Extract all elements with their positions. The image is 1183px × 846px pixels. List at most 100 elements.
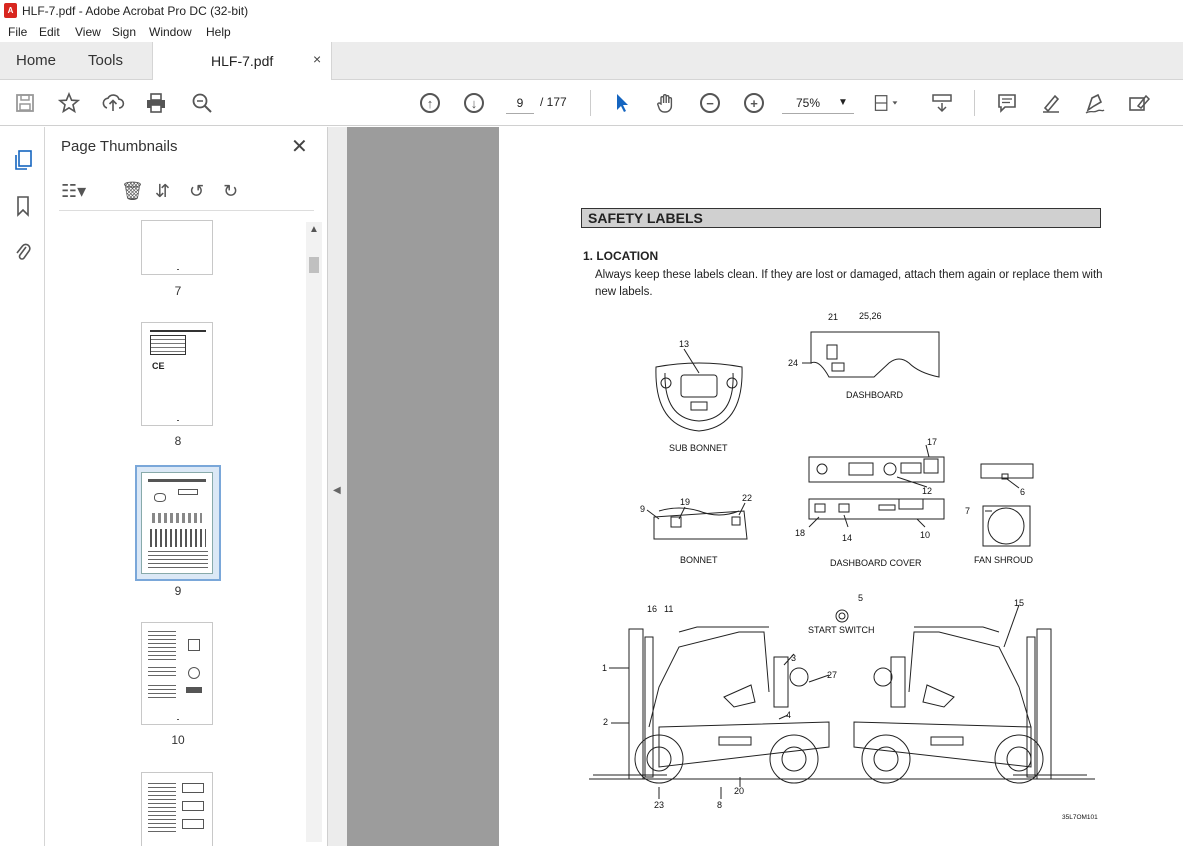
callout-number: 6 — [1020, 487, 1026, 497]
tab-tools[interactable]: Tools — [88, 42, 123, 80]
page-number-input[interactable]: 9 — [506, 92, 534, 114]
zoom-level-select[interactable]: 75% ▼ — [782, 92, 854, 114]
callout-number: 24 — [788, 358, 799, 368]
comment-icon[interactable] — [994, 90, 1020, 116]
thumbnail-label: 9 — [174, 584, 182, 598]
thumbnail-page[interactable]: CE — [141, 322, 213, 426]
hand-tool-icon[interactable] — [653, 90, 679, 116]
edit-pdf-icon[interactable] — [1126, 90, 1152, 116]
caption-bonnet: BONNET — [680, 555, 718, 565]
callout-number: 13 — [679, 339, 690, 349]
save-icon[interactable] — [12, 90, 38, 116]
toolbar-divider — [590, 90, 591, 116]
insert-page-icon[interactable]: ⇵ — [155, 181, 170, 202]
attachments-icon[interactable] — [12, 241, 34, 263]
zoom-search-icon[interactable] — [189, 90, 215, 116]
callout-number: 1 — [602, 663, 608, 673]
document-viewer[interactable]: SAFETY LABELS 1. LOCATION Always keep th… — [347, 127, 1183, 846]
caption-dashboard: DASHBOARD — [846, 390, 904, 400]
callout-number: 23 — [654, 800, 665, 810]
caption-fan-shroud: FAN SHROUD — [974, 555, 1034, 565]
thumbnail-page[interactable] — [141, 472, 213, 574]
callout-number: 7 — [965, 506, 971, 516]
rotate-right-icon[interactable]: ↻ — [223, 181, 238, 202]
caption-sub-bonnet: SUB BONNET — [669, 443, 728, 453]
panel-toolbar: ☷▾ 🗑 ⇵ ↺ ↻ — [59, 177, 314, 211]
select-cursor-icon[interactable] — [609, 90, 635, 116]
thumbnail-options-icon[interactable]: ☷▾ — [61, 181, 86, 202]
toolbar: ↑ ↓ 9 / 177 − + 75% ▼ — [0, 80, 1183, 126]
callout-number: 25,26 — [859, 311, 882, 321]
share-upload-icon[interactable] — [100, 90, 126, 116]
callout-number: 27 — [827, 670, 838, 680]
callout-number: 11 — [664, 604, 674, 614]
close-tab-icon[interactable]: × — [313, 51, 321, 67]
pdf-app-icon: A — [4, 3, 17, 18]
callout-number: 20 — [734, 786, 745, 796]
left-rail — [0, 127, 45, 846]
bookmarks-icon[interactable] — [12, 195, 34, 217]
callout-number: 5 — [858, 593, 864, 603]
rotate-left-icon[interactable]: ↺ — [189, 181, 204, 202]
page-total: / 177 — [540, 95, 567, 109]
zoom-out-icon[interactable]: − — [697, 90, 723, 116]
callout-number: 3 — [791, 653, 797, 663]
panel-scrollbar[interactable]: ▲ — [306, 222, 322, 842]
title-bar: A HLF-7.pdf - Adobe Acrobat Pro DC (32-b… — [0, 0, 1183, 22]
scroll-mode-icon[interactable] — [929, 90, 955, 116]
callout-number: 16 — [647, 604, 658, 614]
next-page-icon[interactable]: ↓ — [461, 90, 487, 116]
caption-start-switch: START SWITCH — [808, 625, 875, 635]
print-icon[interactable] — [143, 90, 169, 116]
callout-number: 8 — [717, 800, 723, 810]
caption-dashboard-cover: DASHBOARD COVER — [830, 558, 922, 568]
callout-number: 2 — [603, 717, 609, 727]
page-fit-icon[interactable] — [873, 90, 899, 116]
tab-strip: Home Tools HLF-7.pdf × — [0, 42, 1183, 81]
menu-file[interactable]: File — [8, 25, 27, 39]
menu-bar: File Edit View Sign Window Help — [0, 22, 1183, 42]
menu-sign[interactable]: Sign — [112, 25, 136, 39]
delete-page-icon[interactable]: 🗑 — [121, 181, 144, 202]
callout-number: 18 — [795, 528, 806, 538]
callout-number: 22 — [742, 493, 753, 503]
tab-document[interactable]: HLF-7.pdf × — [152, 42, 332, 81]
thumbnail-label: 10 — [171, 733, 185, 747]
scroll-up-icon[interactable]: ▲ — [309, 224, 319, 235]
highlight-pen-icon[interactable] — [1038, 90, 1064, 116]
callout-number: 9 — [640, 504, 646, 514]
thumbnail-page[interactable] — [141, 220, 213, 275]
close-panel-icon[interactable]: ✕ — [291, 134, 308, 159]
tab-home[interactable]: Home — [16, 42, 56, 80]
scrollbar-thumb[interactable] — [309, 257, 319, 273]
menu-view[interactable]: View — [75, 25, 101, 39]
previous-page-icon[interactable]: ↑ — [417, 90, 443, 116]
page-thumbnails-icon[interactable] — [12, 149, 34, 171]
figure-code: 35L7OM101 — [1062, 814, 1098, 821]
callout-number: 10 — [920, 530, 931, 540]
collapse-panel-icon[interactable]: ◀ — [333, 485, 341, 496]
zoom-in-icon[interactable]: + — [741, 90, 767, 116]
callout-number: 12 — [922, 486, 933, 496]
chevron-down-icon: ▼ — [838, 97, 848, 108]
callout-number: 21 — [828, 312, 839, 322]
callout-number: 15 — [1014, 598, 1025, 608]
thumbnail-page[interactable] — [141, 622, 213, 725]
pdf-page: SAFETY LABELS 1. LOCATION Always keep th… — [499, 127, 1183, 846]
thumbnail-page[interactable] — [141, 772, 213, 846]
tab-document-label: HLF-7.pdf — [211, 53, 274, 69]
thumbnail-label: 8 — [174, 434, 182, 448]
menu-help[interactable]: Help — [206, 25, 231, 39]
zoom-value: 75% — [796, 96, 821, 110]
thumbnail-label: 7 — [174, 284, 182, 298]
callout-number: 14 — [842, 533, 853, 543]
panel-title: Page Thumbnails — [61, 138, 178, 155]
window-title: HLF-7.pdf - Adobe Acrobat Pro DC (32-bit… — [22, 4, 249, 18]
sign-pen-icon[interactable] — [1082, 90, 1108, 116]
menu-window[interactable]: Window — [149, 25, 192, 39]
toolbar-divider — [974, 90, 975, 116]
bookmark-star-icon[interactable] — [56, 90, 82, 116]
panel-splitter[interactable]: ◀ — [328, 127, 347, 846]
menu-edit[interactable]: Edit — [39, 25, 60, 39]
callout-number: 17 — [927, 437, 938, 447]
